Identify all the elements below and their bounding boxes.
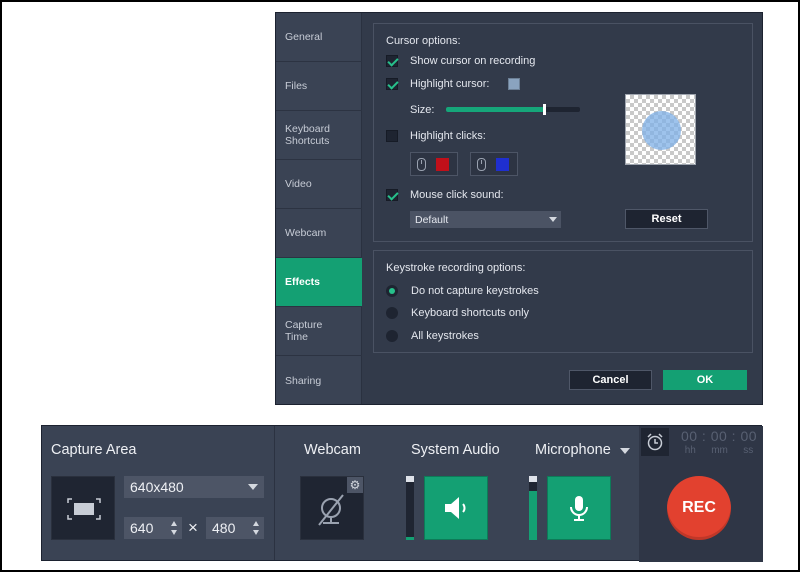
sidebar-item-keyboard-shortcuts[interactable]: Keyboard Shortcuts [276,111,362,160]
height-spinner-icon[interactable] [253,521,259,535]
right-click-color-picker[interactable] [470,152,518,176]
preferences-dialog: General Files Keyboard Shortcuts Video W… [275,12,763,405]
system-audio-level-meter [406,476,414,540]
capture-toolbar: Capture Area 640x480 640 × 480 Webcam ⚙ … [41,425,763,562]
sidebar-item-webcam[interactable]: Webcam [276,209,362,258]
size-slider-thumb[interactable] [542,104,546,115]
speaker-icon [445,497,466,519]
sidebar-item-label: Keyboard Shortcuts [285,123,330,147]
system-audio-toggle-button[interactable] [424,476,488,540]
highlight-color-swatch[interactable] [508,78,520,90]
sidebar-item-video[interactable]: Video [276,160,362,209]
select-area-button[interactable] [51,476,115,540]
mouse-left-icon [417,158,426,171]
dimension-times: × [188,518,198,537]
cancel-button[interactable]: Cancel [569,370,652,390]
size-slider-fill [446,107,544,112]
level-peak [529,476,537,482]
webcam-title: Webcam [304,442,361,458]
mouse-right-icon [477,158,486,171]
radio-all-keystrokes-label: All keystrokes [411,330,479,342]
click-sound-select[interactable]: Default [410,211,561,228]
microphone-level-fill [529,490,537,540]
keystroke-options-title: Keystroke recording options: [386,262,526,274]
sidebar-item-label: Sharing [285,374,322,387]
click-sound-value: Default [415,213,449,226]
area-width-input[interactable]: 640 [124,517,182,539]
ok-button[interactable]: OK [663,370,747,390]
show-cursor-label: Show cursor on recording [410,55,536,67]
area-width-value: 640 [130,520,154,536]
radio-all-keystrokes[interactable] [386,330,398,342]
microphone-title: Microphone [535,442,611,458]
sidebar-item-label: Effects [285,276,321,288]
webcam-toggle-button[interactable]: ⚙ [300,476,364,540]
highlight-clicks-label: Highlight clicks: [410,130,486,142]
mouse-click-sound-checkbox[interactable] [386,189,398,201]
keystroke-options-panel: Keystroke recording options: Do not capt… [373,250,753,353]
timer-digits: 00 : 00 : 00 [680,428,758,444]
width-spinner-icon[interactable] [171,521,177,535]
alarm-clock-icon [647,433,663,451]
sidebar-item-label: General [285,31,323,43]
toolbar-divider [274,426,275,560]
size-label: Size: [410,104,435,116]
area-preset-select[interactable]: 640x480 [124,476,264,498]
settings-sidebar: General Files Keyboard Shortcuts Video W… [276,13,362,404]
sidebar-item-capture-time[interactable]: Capture Time [276,307,362,356]
cursor-options-title: Cursor options: [386,35,461,47]
show-cursor-checkbox[interactable] [386,55,398,67]
area-height-value: 480 [212,520,236,536]
record-button[interactable]: REC [667,476,731,540]
microphone-level-meter [529,476,537,540]
record-zone: 00 : 00 : 00 hh mm ss REC [639,426,763,562]
radio-no-keystrokes[interactable] [386,285,398,297]
radio-shortcuts-only-label: Keyboard shortcuts only [411,307,530,319]
sidebar-item-sharing[interactable]: Sharing [276,356,362,405]
sidebar-item-label: Video [285,178,312,190]
area-preset-value: 640x480 [130,479,184,495]
microphone-toggle-button[interactable] [547,476,611,540]
highlight-clicks-checkbox[interactable] [386,130,398,142]
left-click-color [436,158,449,171]
chevron-down-icon [248,484,258,490]
cursor-highlight-circle [642,111,681,150]
highlight-cursor-checkbox[interactable] [386,78,398,90]
sidebar-item-label: Webcam [285,227,327,239]
timer-unit-hours: hh [684,445,696,456]
sidebar-item-effects[interactable]: Effects [276,258,362,307]
right-click-color [496,158,509,171]
system-audio-level-fill [406,536,414,540]
highlight-cursor-label: Highlight cursor: [410,78,490,90]
timer-unit-seconds: ss [743,445,754,456]
microphone-dropdown-icon[interactable] [620,448,630,454]
level-peak [406,476,414,482]
cursor-options-panel: Cursor options: Show cursor on recording… [373,23,753,242]
mouse-click-sound-label: Mouse click sound: [410,189,504,201]
radio-shortcuts-only[interactable] [386,307,398,319]
webcam-settings-gear-icon[interactable]: ⚙ [347,477,363,493]
system-audio-title: System Audio [411,442,500,458]
sidebar-item-general[interactable]: General [276,13,362,62]
capture-area-title: Capture Area [51,442,137,458]
schedule-alarm-button[interactable] [641,428,669,456]
timer-units: hh mm ss [677,445,761,456]
recording-timer: 00 : 00 : 00 hh mm ss [677,428,761,458]
radio-no-keystrokes-label: Do not capture keystrokes [411,285,539,297]
microphone-icon [570,496,588,521]
chevron-down-icon [549,217,557,222]
cursor-preview [625,94,696,165]
area-height-input[interactable]: 480 [206,517,264,539]
size-slider[interactable] [446,104,580,115]
sidebar-item-files[interactable]: Files [276,62,362,111]
sidebar-item-label: Files [285,80,308,92]
capture-frame-icon [67,498,101,520]
left-click-color-picker[interactable] [410,152,458,176]
sidebar-item-label: Capture Time [285,319,323,343]
timer-unit-minutes: mm [711,445,728,456]
reset-button[interactable]: Reset [625,209,708,229]
